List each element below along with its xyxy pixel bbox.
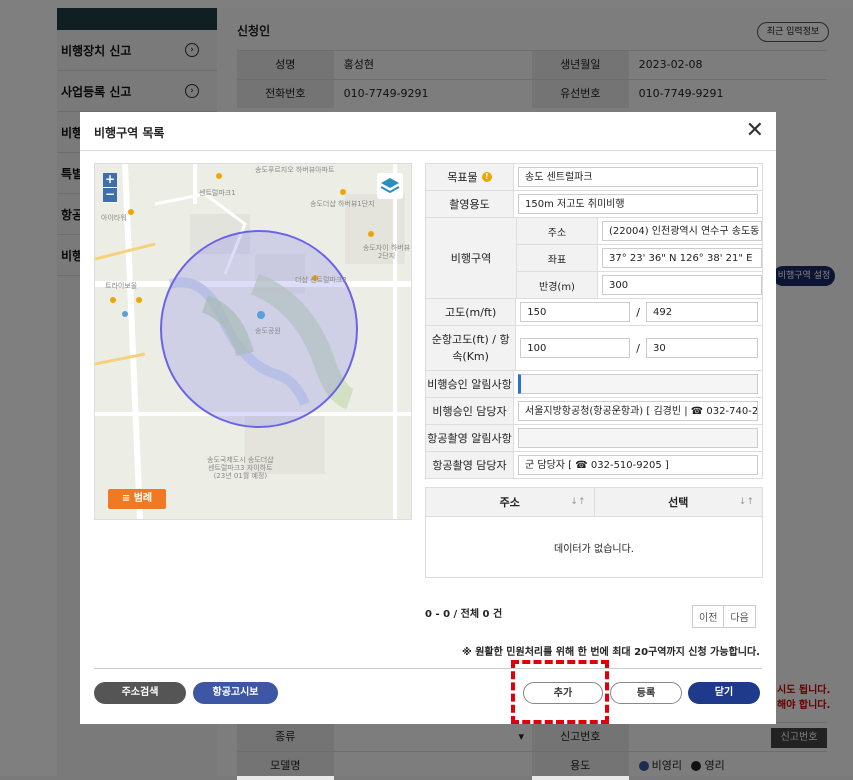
zoom-in-button[interactable]: + [103, 173, 117, 188]
address-field[interactable]: (22004) 인천광역시 연수구 송도동 24 [602, 221, 762, 241]
coord-row: 좌표 37° 23' 36" N 126° 38' 21" E [517, 245, 762, 272]
prev-button[interactable]: 이전 [693, 606, 725, 627]
photo-manager-field: 군 담당자 [ ☎ 032-510-9205 ] [518, 455, 758, 475]
result-count: 0 - 0 / 전체 0 건 [425, 609, 503, 620]
zoom-control: + − [103, 173, 117, 203]
table-row: 항공촬영 담당자 군 담당자 [ ☎ 032-510-9205 ] [425, 451, 763, 479]
map-label: 송도공원 [255, 327, 281, 335]
flight-notice-field[interactable] [518, 374, 758, 394]
flight-area-modal: 비행구역 목록 ✕ 송도푸르지오 하버뷰아파트 센트럴파크1 아이타워 송도더샵… [80, 112, 776, 724]
cruise-altitude-field[interactable]: 100 [520, 338, 631, 358]
close-icon[interactable]: ✕ [746, 118, 764, 143]
divider [94, 668, 762, 669]
separator: / [636, 305, 640, 319]
next-button[interactable]: 다음 [724, 606, 754, 627]
flight-area-form: 목표물! 송도 센트럴파크 촬영용도 150m 저고도 취미비행 비행구역 주소… [425, 163, 763, 479]
radius-label: 반경(m) [517, 272, 598, 298]
table-row: 고도(m/ft) 150 / 492 [425, 298, 763, 325]
altitude-label: 고도(m/ft) [426, 299, 517, 325]
separator: / [636, 341, 640, 355]
map-label: 센트럴파크1 [199, 189, 236, 197]
address-table: 주소 ↓↑ 선택 ↓↑ 데이터가 없습니다. [425, 487, 763, 578]
layers-icon [380, 178, 400, 194]
close-button[interactable]: 닫기 [688, 682, 760, 704]
legend-button[interactable]: ≡ 범례 [108, 489, 166, 509]
map-label: 송도더샵 하버뷰1단지 [310, 200, 375, 208]
table-row: 촬영용도 150m 저고도 취미비행 [425, 190, 763, 217]
altitude-ft-field[interactable]: 492 [646, 302, 758, 322]
address-label: 주소 [517, 218, 598, 244]
column-header-address[interactable]: 주소 ↓↑ [426, 488, 595, 516]
table-row: 항공촬영 알림사항 [425, 424, 763, 451]
map-label: 송도푸르지오 하버뷰아파트 [255, 166, 335, 174]
layers-button[interactable] [377, 173, 403, 199]
zoom-out-button[interactable]: − [103, 188, 117, 203]
notam-button[interactable]: 항공고시보 [193, 682, 278, 704]
modal-title: 비행구역 목록 [94, 126, 165, 140]
flight-manager-field: 서울지방항공청(항공운항과) [ 김경빈 | ☎ 032-740-2157 ] [518, 401, 758, 421]
column-header-select[interactable]: 선택 ↓↑ [595, 488, 763, 516]
altitude-m-field[interactable]: 150 [520, 302, 631, 322]
sort-icon[interactable]: ↓↑ [739, 497, 754, 507]
modal-header: 비행구역 목록 ✕ [80, 112, 776, 151]
purpose-field[interactable]: 150m 저고도 취미비행 [518, 194, 758, 214]
photo-notice-label: 항공촬영 알림사항 [426, 425, 514, 451]
address-row: 주소 (22004) 인천광역시 연수구 송도동 24 [517, 218, 762, 245]
area-subtable: 주소 (22004) 인천광역시 연수구 송도동 24 좌표 37° 23' 3… [517, 218, 762, 298]
max-area-notice: ※ 원활한 민원처리를 위해 한 번에 최대 20구역까지 신청 가능합니다. [462, 647, 760, 658]
register-button[interactable]: 등록 [610, 682, 682, 704]
cruise-speed-field[interactable]: 30 [646, 338, 758, 358]
cruise-label: 순항고도(ft) / 항속(Km) [426, 326, 517, 370]
flight-manager-label: 비행승인 담당자 [426, 398, 514, 424]
table-row: 비행승인 알림사항 [425, 370, 763, 397]
coord-label: 좌표 [517, 245, 598, 271]
coord-field[interactable]: 37° 23' 36" N 126° 38' 21" E [602, 248, 762, 268]
sort-icon[interactable]: ↓↑ [570, 497, 585, 507]
map-label: 아이타워 [101, 214, 127, 222]
photo-notice-field[interactable] [518, 428, 758, 448]
empty-message: 데이터가 없습니다. [554, 543, 634, 555]
flight-notice-label: 비행승인 알림사항 [426, 371, 514, 397]
table-row: 비행구역 주소 (22004) 인천광역시 연수구 송도동 24 좌표 37° … [425, 217, 763, 298]
pagination: 이전 다음 [692, 605, 756, 628]
address-table-header: 주소 ↓↑ 선택 ↓↑ [426, 488, 762, 517]
table-row: 목표물! 송도 센트럴파크 [425, 163, 763, 190]
photo-manager-label: 항공촬영 담당자 [426, 452, 514, 478]
area-label: 비행구역 [426, 218, 517, 298]
table-row: 순항고도(ft) / 항속(Km) 100 / 30 [425, 325, 763, 370]
info-icon: ! [481, 172, 492, 182]
radius-field[interactable]: 300 [602, 275, 762, 295]
table-row: 비행승인 담당자 서울지방항공청(항공운항과) [ 김경빈 | ☎ 032-74… [425, 397, 763, 424]
map-label: 송도국제도시 송도더샵 센트럴파크3 자이하트 (23년 01월 예정) [207, 456, 274, 480]
map-label: 송도자이 하버뷰2단지 [362, 244, 411, 260]
map-view[interactable]: 송도푸르지오 하버뷰아파트 센트럴파크1 아이타워 송도더샵 하버뷰1단지 송도… [94, 163, 412, 520]
radius-row: 반경(m) 300 [517, 272, 762, 298]
purpose-label: 촬영용도 [426, 191, 514, 217]
target-label: 목표물! [426, 164, 514, 190]
address-search-button[interactable]: 주소검색 [94, 682, 186, 704]
map-label: 트라이보울 [105, 282, 138, 290]
map-label: 더샵 센트럴파크2 [295, 276, 347, 284]
highlight-box [511, 660, 609, 724]
target-field[interactable]: 송도 센트럴파크 [518, 167, 758, 187]
